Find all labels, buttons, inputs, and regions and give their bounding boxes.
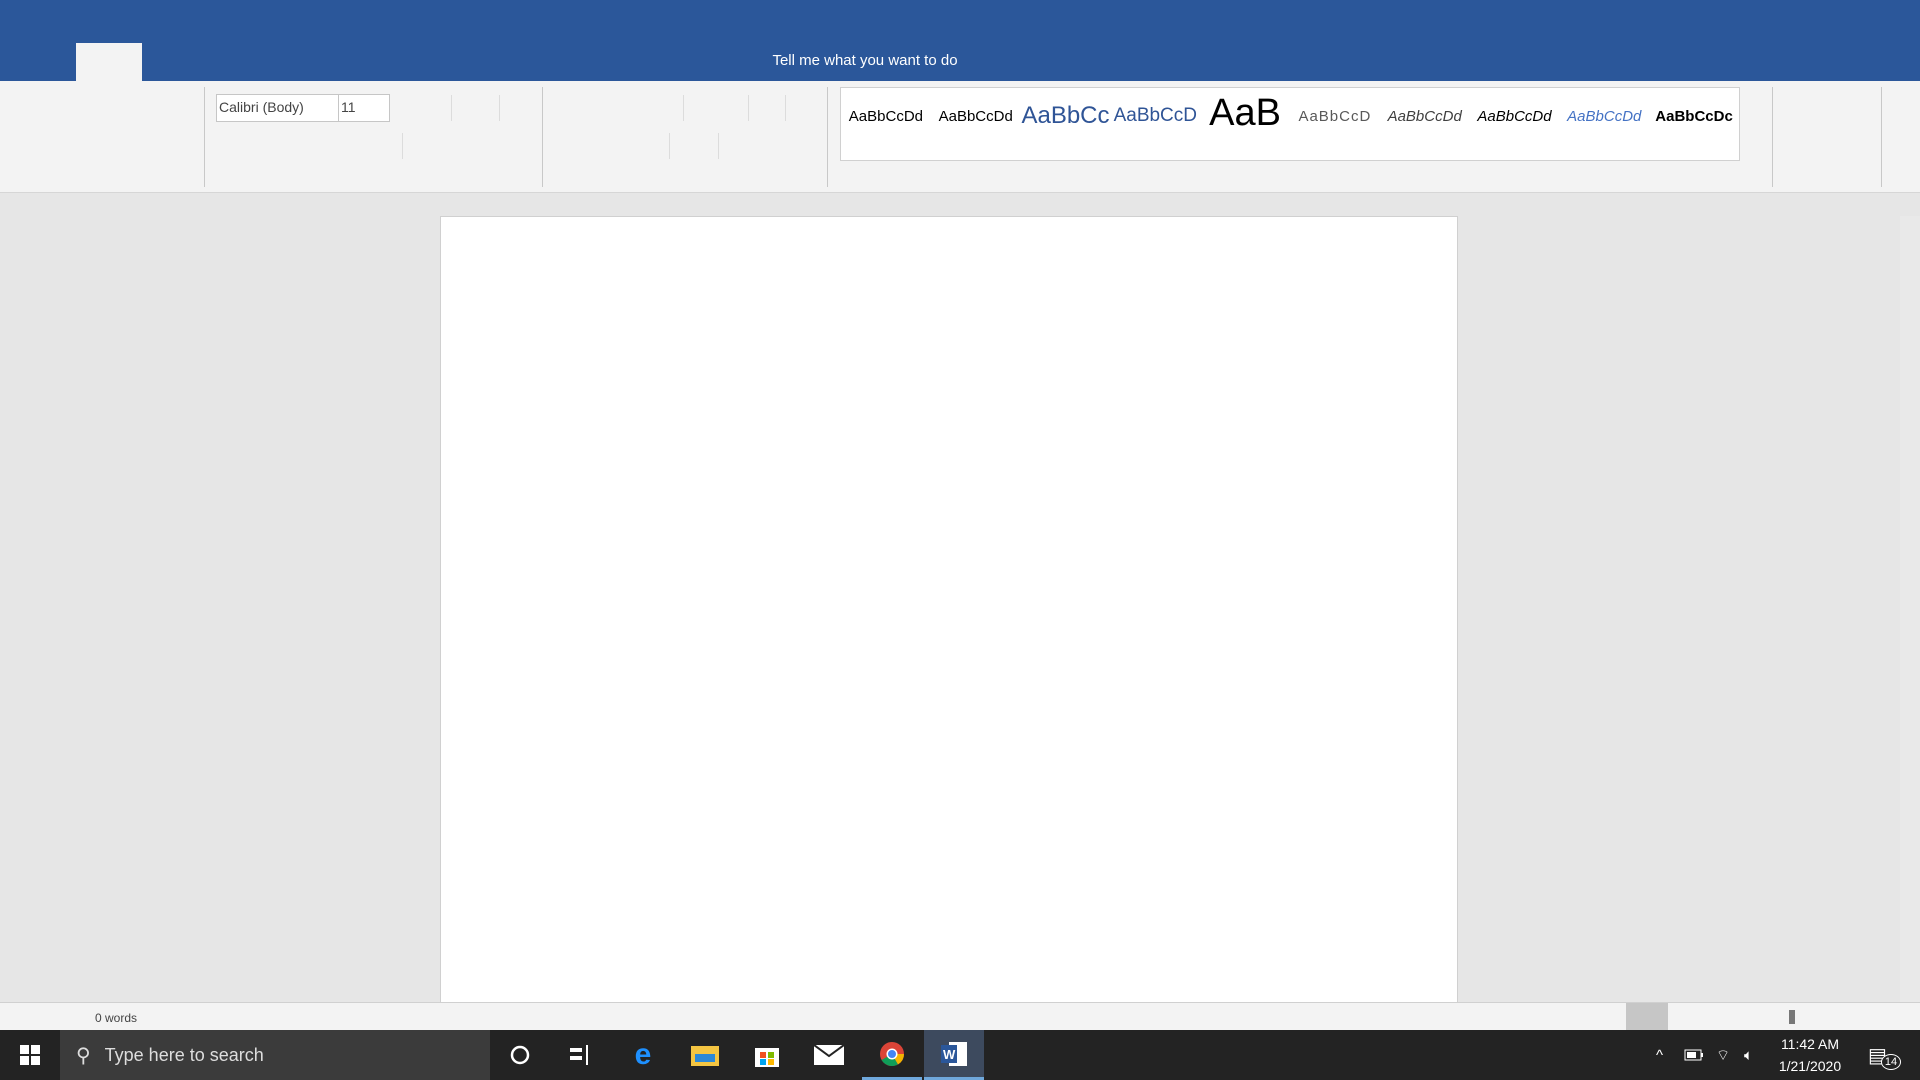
divider xyxy=(718,133,719,159)
tell-me-search[interactable]: Tell me what you want to do xyxy=(700,52,1030,69)
clock[interactable]: 11:42 AM 1/21/2020 xyxy=(1772,1030,1848,1080)
wifi-icon[interactable]: ⌔ xyxy=(1716,1030,1730,1080)
file-explorer-icon[interactable] xyxy=(675,1030,735,1080)
zoom-slider-handle[interactable] xyxy=(1789,1010,1795,1024)
style-heading-2[interactable]: AaBbCcD xyxy=(1110,102,1200,152)
edge-icon[interactable]: e xyxy=(613,1030,673,1080)
style-subtitle[interactable]: AaBbCcD xyxy=(1290,102,1380,152)
style-no-spacing[interactable]: AaBbCcDd xyxy=(931,102,1021,152)
style-subtle-emphasis[interactable]: AaBbCcDd xyxy=(1380,102,1470,152)
divider xyxy=(451,95,452,121)
divider xyxy=(204,87,205,187)
start-button[interactable] xyxy=(0,1030,60,1080)
style-title[interactable]: AaB xyxy=(1200,92,1290,142)
styles-gallery: AaBbCcDd AaBbCcDd AaBbCc AaBbCcD AaB AaB… xyxy=(840,87,1740,161)
store-icon[interactable] xyxy=(737,1030,797,1080)
style-normal[interactable]: AaBbCcDd xyxy=(841,102,931,152)
divider xyxy=(827,87,828,187)
vertical-scrollbar[interactable] xyxy=(1900,216,1920,1002)
font-size-box[interactable]: 11 xyxy=(338,94,390,122)
divider xyxy=(499,95,500,121)
divider xyxy=(683,95,684,121)
taskbar-search[interactable]: ⚲ Type here to search xyxy=(60,1030,490,1080)
style-heading-1[interactable]: AaBbCc xyxy=(1021,102,1111,152)
style-intense-emphasis[interactable]: AaBbCcDd xyxy=(1559,102,1649,152)
show-hidden-icons-chevron-icon[interactable]: ^ xyxy=(1656,1030,1663,1080)
battery-icon[interactable] xyxy=(1684,1030,1704,1080)
divider xyxy=(402,133,403,159)
word-count[interactable]: 0 words xyxy=(95,1011,137,1025)
chrome-icon[interactable] xyxy=(862,1030,922,1080)
view-button[interactable] xyxy=(1626,1003,1668,1030)
style-emphasis[interactable]: AaBbCcDd xyxy=(1470,102,1560,152)
time: 11:42 AM xyxy=(1780,1036,1840,1052)
mail-icon[interactable] xyxy=(799,1030,859,1080)
windows-icon xyxy=(20,1045,40,1065)
style-strong[interactable]: AaBbCcDc xyxy=(1649,102,1739,152)
date: 1/21/2020 xyxy=(1778,1058,1842,1074)
divider xyxy=(542,87,543,187)
divider xyxy=(1772,87,1773,187)
status-bar: 0 words xyxy=(0,1002,1920,1030)
divider xyxy=(1881,87,1882,187)
document-page[interactable] xyxy=(440,216,1458,1002)
search-placeholder: Type here to search xyxy=(104,1044,264,1065)
divider xyxy=(785,95,786,121)
divider xyxy=(669,133,670,159)
word-icon[interactable]: W xyxy=(924,1030,984,1080)
cortana-icon[interactable] xyxy=(490,1030,550,1080)
taskbar: ⚲ Type here to search e W ^ ⌔ 🔈︎ 11:42 A… xyxy=(0,1030,1920,1080)
font-name-box[interactable]: Calibri (Body) xyxy=(216,94,339,122)
svg-text:W: W xyxy=(943,1047,956,1062)
volume-icon[interactable]: 🔈︎ xyxy=(1744,1030,1753,1080)
ribbon-tab-home[interactable] xyxy=(76,43,142,81)
action-center-icon[interactable]: ▤ 14 xyxy=(1868,1030,1902,1080)
notification-count: 14 xyxy=(1880,1054,1902,1070)
task-view-icon[interactable] xyxy=(550,1030,610,1080)
divider xyxy=(748,95,749,121)
search-icon: ⚲ xyxy=(76,1044,91,1067)
